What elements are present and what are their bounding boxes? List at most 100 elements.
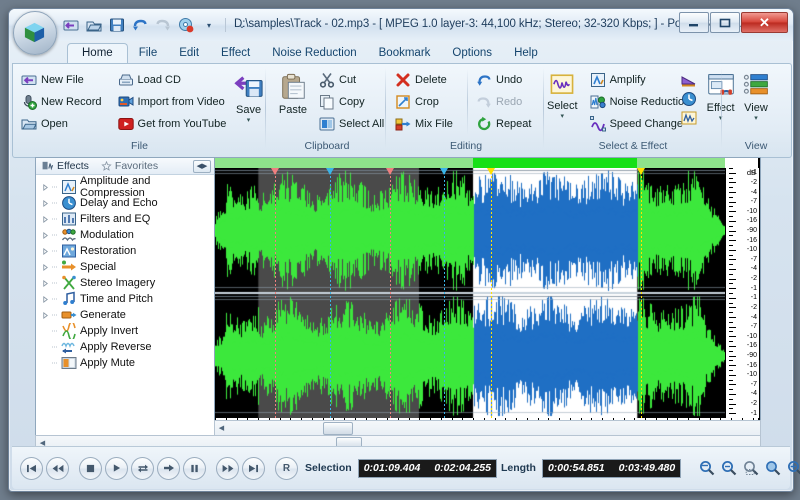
sidebar-item-apply-invert[interactable]: Apply Invert xyxy=(36,323,214,339)
scrollbar-thumb[interactable] xyxy=(323,422,353,435)
view-dropdown-caret[interactable]: ▾ xyxy=(754,115,758,122)
expand-arrow-icon[interactable] xyxy=(42,312,49,319)
scroll-left-arrow-icon[interactable]: ◀ xyxy=(215,422,228,434)
overview-selection[interactable] xyxy=(473,158,637,168)
sidebar-item-amplitude-and-compression[interactable]: Amplitude and Compression xyxy=(36,179,214,195)
skip-end-button[interactable] xyxy=(242,457,265,480)
stop-button[interactable] xyxy=(79,457,102,480)
sidebar-item-generate[interactable]: Generate xyxy=(36,307,214,323)
fast-forward-button[interactable] xyxy=(216,457,239,480)
noise-reduction-button[interactable]: Noise Reduction xyxy=(586,91,679,112)
waveform-channels[interactable] xyxy=(215,168,725,418)
qat-burn-cd-button[interactable] xyxy=(176,15,196,35)
sidebar-item-apply-mute[interactable]: Apply Mute xyxy=(36,355,214,371)
sidebar-item-modulation[interactable]: Modulation xyxy=(36,227,214,243)
undo-button[interactable]: Undo xyxy=(472,69,540,90)
select-button[interactable]: Select ▾ xyxy=(547,69,578,120)
minimize-button[interactable] xyxy=(679,12,709,33)
zoom-vertical-in-button[interactable] xyxy=(785,458,800,478)
marker-red-1[interactable] xyxy=(271,168,279,175)
waveform-horizontal-scrollbar[interactable]: ◀ xyxy=(214,420,761,436)
tab-noise-reduction[interactable]: Noise Reduction xyxy=(261,44,367,63)
save-dropdown-caret[interactable]: ▾ xyxy=(247,117,251,124)
sidebar-tab-effects[interactable]: Effects xyxy=(36,159,95,174)
select-dropdown-caret[interactable]: ▾ xyxy=(561,113,565,120)
loop-button[interactable] xyxy=(131,457,154,480)
zoom-selection-button[interactable] xyxy=(741,458,761,478)
expand-arrow-icon[interactable] xyxy=(42,184,49,191)
qat-redo-button[interactable] xyxy=(153,15,173,35)
qat-undo-button[interactable] xyxy=(130,15,150,35)
redo-button[interactable]: Redo xyxy=(472,91,540,112)
sidebar-item-restoration[interactable]: Restoration xyxy=(36,243,214,259)
waveform-canvas[interactable] xyxy=(215,168,725,418)
speed-change-button[interactable]: Speed Change xyxy=(586,113,679,134)
expand-arrow-icon[interactable] xyxy=(42,200,49,207)
open-button[interactable]: Open xyxy=(17,113,106,134)
tab-file[interactable]: File xyxy=(128,44,169,63)
copy-button[interactable]: Copy xyxy=(315,91,381,112)
expand-arrow-icon[interactable] xyxy=(42,280,49,287)
delete-button[interactable]: Delete xyxy=(391,69,463,90)
fade-button[interactable] xyxy=(679,71,699,88)
new-record-button[interactable]: New Record xyxy=(17,91,106,112)
overview-bar[interactable] xyxy=(215,158,725,168)
mix-file-button[interactable]: Mix File xyxy=(391,113,463,134)
waveform-view[interactable]: dB -1-2-4-7-10-16-90-16-10-7-4-2-1 -1-2-… xyxy=(214,157,761,447)
sidebar-item-apply-reverse[interactable]: Apply Reverse xyxy=(36,339,214,355)
sidebar-item-time-and-pitch[interactable]: Time and Pitch xyxy=(36,291,214,307)
tab-options[interactable]: Options xyxy=(441,44,503,63)
sidebar-tab-favorites[interactable]: Favorites xyxy=(95,159,164,174)
marker-yellow-2[interactable] xyxy=(637,168,645,175)
marker-yellow-1[interactable] xyxy=(487,168,495,175)
expand-arrow-icon[interactable] xyxy=(42,296,49,303)
amplify-button[interactable]: Amplify xyxy=(586,69,679,90)
record-button[interactable]: R xyxy=(275,457,298,480)
zoom-out-button[interactable] xyxy=(719,458,739,478)
skip-start-button[interactable] xyxy=(20,457,43,480)
tab-help[interactable]: Help xyxy=(503,44,549,63)
zoom-in-button[interactable] xyxy=(697,458,717,478)
marker-blue-1[interactable] xyxy=(326,168,334,175)
expand-arrow-icon[interactable] xyxy=(42,248,49,255)
tab-effect[interactable]: Effect xyxy=(210,44,261,63)
load-cd-button[interactable]: Load CD xyxy=(114,69,226,90)
qat-open-button[interactable] xyxy=(84,15,104,35)
marker-blue-2[interactable] xyxy=(440,168,448,175)
maximize-button[interactable] xyxy=(710,12,740,33)
cut-button[interactable]: Cut xyxy=(315,69,381,90)
length-field[interactable]: 0:00:54.851 0:03:49.480 xyxy=(542,459,681,478)
tab-bookmark[interactable]: Bookmark xyxy=(368,44,442,63)
expand-arrow-icon[interactable] xyxy=(42,264,49,271)
play-button[interactable] xyxy=(105,457,128,480)
get-from-youtube-button[interactable]: Get from YouTube xyxy=(114,113,226,134)
equalizer-button[interactable] xyxy=(679,109,699,126)
application-menu-orb[interactable] xyxy=(13,11,57,55)
save-button[interactable]: Save ▾ xyxy=(234,69,264,124)
qat-save-button[interactable] xyxy=(107,15,127,35)
pause-button[interactable] xyxy=(183,457,206,480)
import-from-video-button[interactable]: Import from Video xyxy=(114,91,226,112)
tab-home[interactable]: Home xyxy=(67,43,128,64)
crop-button[interactable]: Crop xyxy=(391,91,463,112)
rewind-button[interactable] xyxy=(46,457,69,480)
expand-arrow-icon[interactable] xyxy=(42,216,49,223)
expand-arrow-icon[interactable] xyxy=(42,232,49,239)
select-all-button[interactable]: Select All xyxy=(315,113,381,134)
view-button[interactable]: View ▾ xyxy=(732,69,780,122)
repeat-button[interactable]: Repeat xyxy=(472,113,540,134)
close-button[interactable]: ✕ xyxy=(741,12,788,33)
marker-red-2[interactable] xyxy=(386,168,394,175)
paste-button[interactable]: Paste xyxy=(271,69,315,116)
sidebar-item-filters-and-eq[interactable]: Filters and EQ xyxy=(36,211,214,227)
zoom-full-button[interactable] xyxy=(763,458,783,478)
sidebar-item-special[interactable]: Special xyxy=(36,259,214,275)
echo-button[interactable] xyxy=(679,90,699,107)
qat-dropdown-button[interactable]: ▾ xyxy=(199,15,219,35)
new-file-button[interactable]: New File xyxy=(17,69,106,90)
selection-field[interactable]: 0:01:09.404 0:02:04.255 xyxy=(358,459,497,478)
sidebar-item-stereo-imagery[interactable]: Stereo Imagery xyxy=(36,275,214,291)
go-to-button[interactable] xyxy=(157,457,180,480)
sidebar-nav-buttons[interactable]: ◀▶ xyxy=(193,160,211,173)
tab-edit[interactable]: Edit xyxy=(168,44,210,63)
